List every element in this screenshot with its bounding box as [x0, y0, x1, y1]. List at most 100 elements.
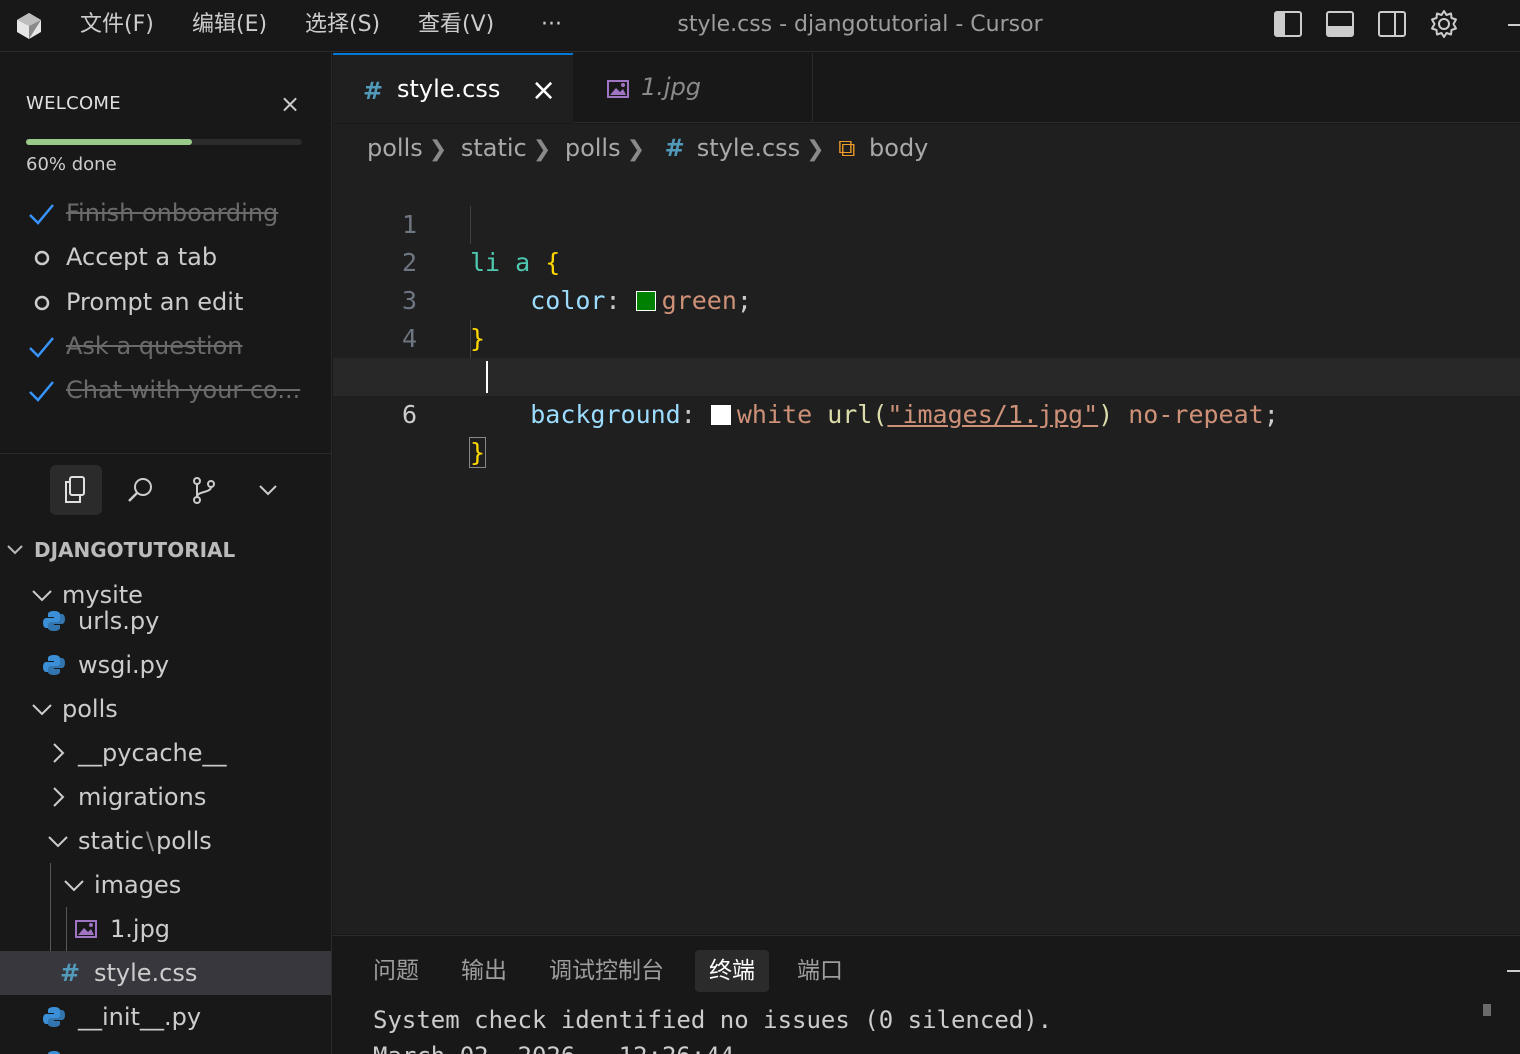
explorer-header[interactable]: DJANGOTUTORIAL: [34, 535, 235, 565]
breadcrumb-item[interactable]: static: [461, 134, 527, 162]
welcome-close-icon[interactable]: ×: [278, 92, 302, 117]
toggle-secondary-sidebar-icon[interactable]: [1376, 8, 1408, 40]
color-swatch[interactable]: [710, 405, 731, 425]
code-token: background: [530, 400, 681, 429]
code-token: url(: [827, 400, 888, 429]
file-1-jpg[interactable]: 1.jpg: [0, 907, 331, 951]
tree-label: static: [78, 827, 144, 855]
task-label: Chat with your co...: [66, 376, 301, 404]
task-label: Accept a tab: [66, 243, 218, 271]
cursor-logo-icon[interactable]: [14, 10, 44, 40]
panel-tab-output[interactable]: 输出: [447, 950, 521, 992]
sidebar-divider: [0, 453, 331, 454]
tree-label: polls: [62, 695, 118, 723]
file-partial[interactable]: [0, 1039, 331, 1054]
code-line: 3 }: [333, 244, 1520, 353]
folder-images[interactable]: images: [0, 863, 331, 907]
check-icon: [29, 381, 54, 402]
welcome-title: WELCOME: [26, 93, 121, 114]
menu-file[interactable]: 文件(F): [80, 9, 154, 41]
chevron-down-icon: [259, 485, 277, 496]
panel-minimize-icon[interactable]: [1507, 970, 1520, 972]
text-cursor: [486, 361, 488, 393]
panel-tab-problems[interactable]: 问题: [359, 950, 433, 992]
close-icon[interactable]: ×: [531, 73, 556, 108]
menu-more[interactable]: ···: [541, 9, 562, 41]
code-token: }: [468, 437, 487, 468]
source-control-icon: [193, 477, 215, 504]
file-wsgi-py[interactable]: wsgi.py: [0, 643, 331, 687]
python-file-icon: [43, 655, 65, 675]
code-line: 1 li a {: [333, 168, 1520, 277]
path-separator: \: [146, 827, 155, 855]
terminal-scrollbar[interactable]: [1483, 1004, 1491, 1016]
toggle-panel-icon[interactable]: [1324, 8, 1356, 40]
file-style-css[interactable]: # style.css: [0, 951, 331, 995]
task-prompt-edit[interactable]: Prompt an edit: [26, 285, 316, 321]
settings-gear-icon[interactable]: [1428, 8, 1460, 40]
task-accept-tab[interactable]: Accept a tab: [26, 240, 316, 276]
folder-migrations[interactable]: migrations: [0, 775, 331, 819]
progress-fill: [26, 139, 192, 145]
menu-edit[interactable]: 编辑(E): [192, 9, 267, 41]
tree-label: style.css: [94, 959, 198, 987]
tab-1-jpg[interactable]: 1.jpg: [573, 53, 813, 123]
code-link[interactable]: "images/1.jpg": [887, 400, 1098, 429]
code-token: no-repeat: [1128, 400, 1264, 429]
css-file-icon: #: [363, 77, 384, 105]
code-line: 4 body {: [333, 282, 1520, 392]
chevron-down-icon[interactable]: [6, 541, 24, 559]
tree-label: 1.jpg: [110, 915, 171, 943]
tree-label: __pycache__: [78, 739, 227, 767]
code-editor[interactable]: polls ❯ static ❯ polls ❯ # style.css ❯ ⧉ body…: [333, 124, 1520, 934]
panel-tab-debug-console[interactable]: 调试控制台: [535, 950, 678, 992]
tree-label: wsgi.py: [78, 651, 170, 679]
code-token: :: [680, 400, 696, 429]
breadcrumb-item[interactable]: polls: [565, 134, 621, 162]
file-init-py[interactable]: __init__.py: [0, 995, 331, 1039]
tree-label: urls.py: [78, 607, 160, 635]
code-line-current: 6 }: [333, 358, 1520, 468]
code-token: ;: [1263, 400, 1279, 429]
breadcrumb-item[interactable]: body: [869, 134, 928, 162]
tab-label: 1.jpg: [641, 73, 702, 101]
circle-icon: [34, 295, 50, 311]
chevron-down-icon: [48, 836, 68, 848]
terminal-line: March 02, 2026 - 12:26:44: [373, 1042, 734, 1054]
panel-tab-ports[interactable]: 端口: [783, 950, 857, 992]
task-finish-onboarding[interactable]: Finish onboarding: [26, 196, 316, 232]
task-chat-codebase[interactable]: Chat with your co...: [26, 373, 316, 409]
folder-polls[interactable]: polls: [0, 687, 331, 731]
breadcrumb-item[interactable]: style.css: [697, 134, 800, 162]
check-icon: [29, 204, 54, 225]
python-file-icon: [43, 611, 65, 631]
tree-label: polls: [156, 827, 212, 855]
folder-pycache[interactable]: __pycache__: [0, 731, 331, 775]
explorer-button[interactable]: [50, 465, 102, 515]
image-file-icon: [607, 80, 629, 98]
folder-static-polls[interactable]: static \ polls: [0, 819, 331, 863]
task-ask-question[interactable]: Ask a question: [26, 329, 316, 365]
tree-label: migrations: [78, 783, 207, 811]
source-control-button[interactable]: [178, 465, 230, 515]
minimize-icon[interactable]: [1508, 24, 1520, 26]
chevron-down-icon: [64, 880, 84, 892]
more-views-button[interactable]: [242, 465, 294, 515]
tab-style-css[interactable]: # style.css ×: [333, 53, 573, 123]
search-button[interactable]: [114, 465, 166, 515]
code-token: ): [1098, 400, 1114, 429]
breadcrumb-item[interactable]: polls: [367, 134, 423, 162]
menu-view[interactable]: 查看(V): [418, 9, 494, 41]
code-line: 2 color: green;: [333, 206, 1520, 315]
panel-tab-terminal[interactable]: 终端: [695, 950, 769, 992]
chevron-right-icon: ❯: [626, 137, 646, 162]
python-file-icon: [48, 1051, 60, 1054]
code-token: white: [736, 400, 813, 429]
toggle-primary-sidebar-icon[interactable]: [1272, 8, 1304, 40]
circle-icon: [34, 250, 50, 266]
menu-selection[interactable]: 选择(S): [305, 9, 380, 41]
editor-tab-bar: # style.css × 1.jpg: [333, 53, 1520, 123]
file-urls-py[interactable]: urls.py: [0, 599, 331, 643]
task-label: Prompt an edit: [66, 288, 244, 316]
tab-label: style.css: [397, 75, 501, 103]
